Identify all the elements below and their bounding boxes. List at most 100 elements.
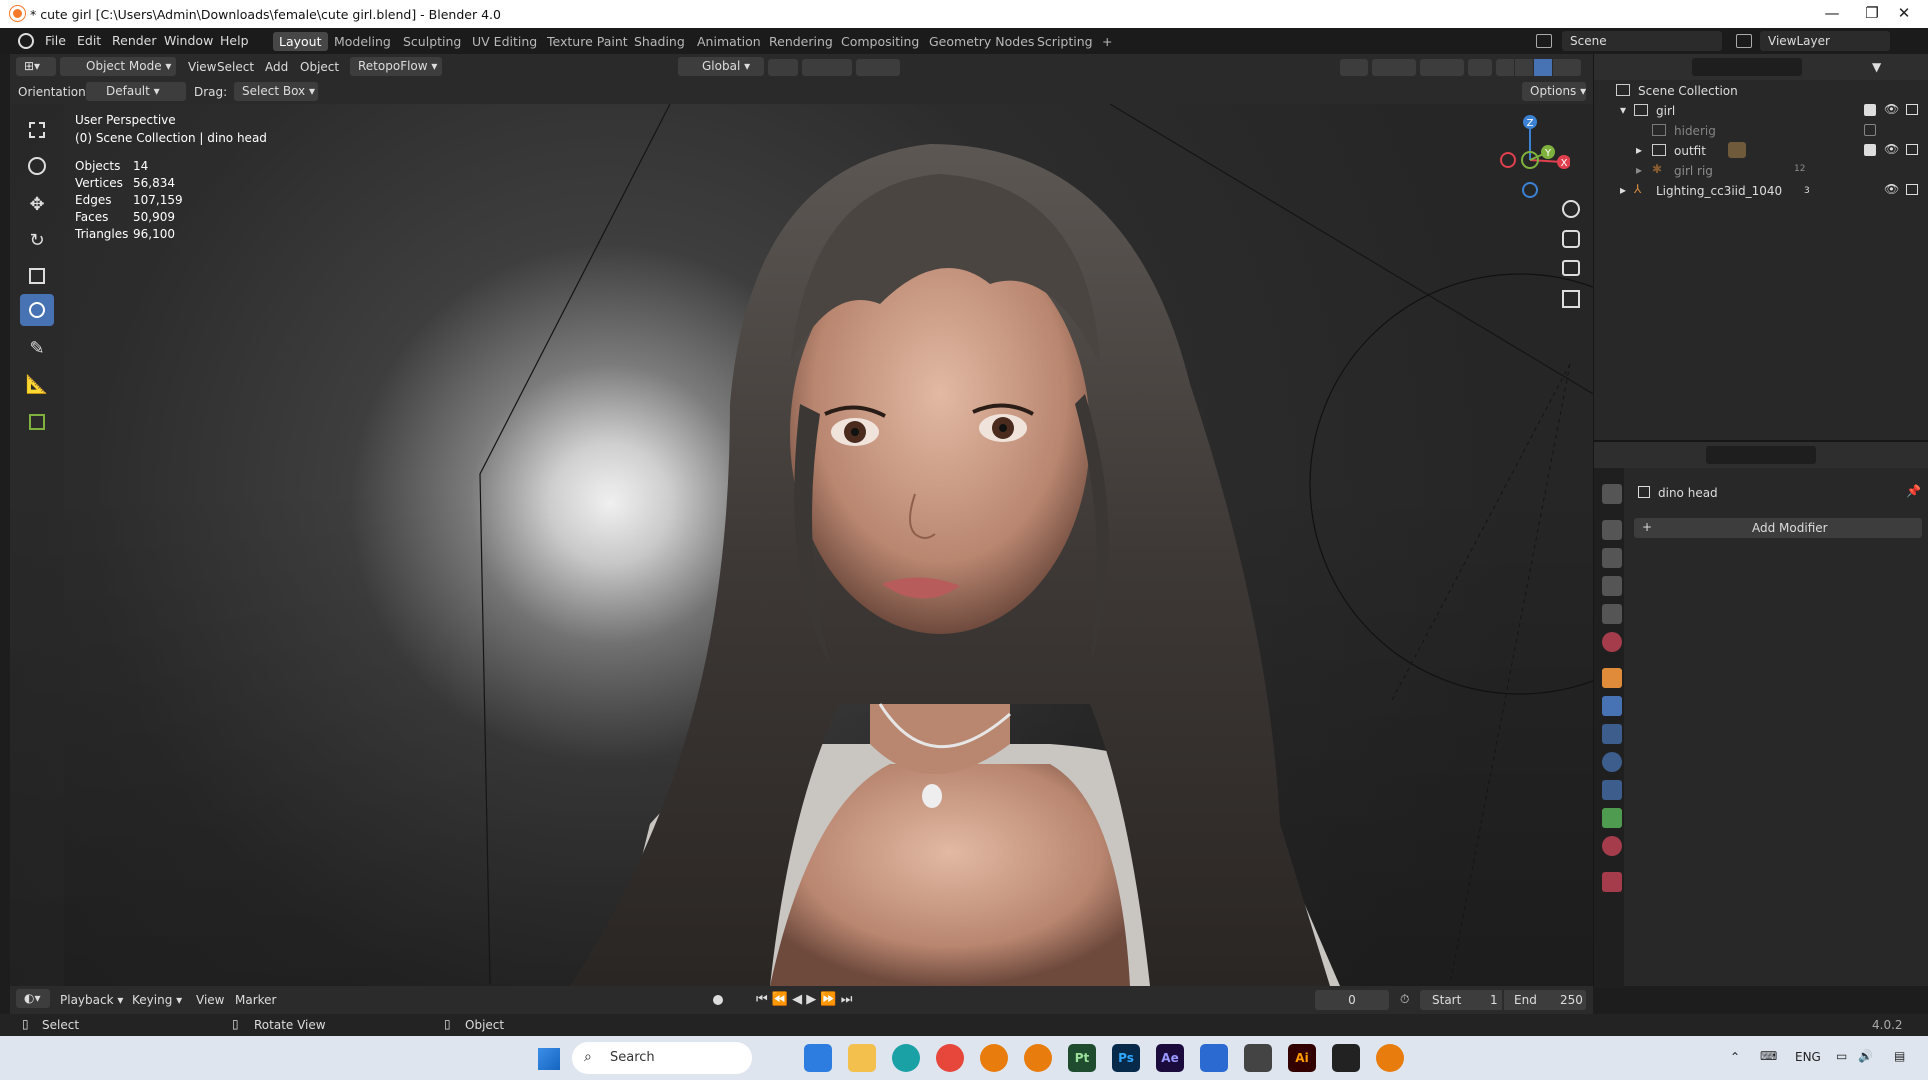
playback-controls[interactable]: ⏮ ⏪ ◀ ▶ ⏩ ⏭ bbox=[756, 992, 852, 1007]
drag-dropdown[interactable]: Select Box ▾ bbox=[234, 82, 318, 101]
3d-viewport[interactable]: User Perspective (0) Scene Collection | … bbox=[10, 104, 1593, 986]
store-icon[interactable] bbox=[1200, 1044, 1228, 1072]
camera-view-icon[interactable] bbox=[1562, 260, 1580, 276]
physics-props-icon[interactable] bbox=[1602, 752, 1622, 772]
transform-tool-icon[interactable] bbox=[20, 294, 54, 326]
blender-active-icon[interactable] bbox=[1376, 1044, 1404, 1072]
transform-orientation-dropdown[interactable]: Global ▾ bbox=[678, 57, 764, 76]
render-camera-icon[interactable] bbox=[1906, 104, 1918, 115]
shading-solid-icon[interactable] bbox=[1515, 59, 1533, 76]
eye-icon[interactable]: 👁 bbox=[1884, 142, 1899, 156]
navigation-gizmo[interactable]: Z X Y bbox=[1490, 110, 1570, 200]
network-icon[interactable]: ▭ bbox=[1836, 1049, 1847, 1063]
add-modifier-button[interactable]: + Add Modifier bbox=[1634, 518, 1922, 538]
viewlayer-icon[interactable] bbox=[1736, 34, 1752, 48]
particles-props-icon[interactable] bbox=[1602, 724, 1622, 744]
menu-file[interactable]: File bbox=[45, 33, 66, 48]
modifier-props-icon[interactable] bbox=[1602, 696, 1622, 716]
pan-hand-icon[interactable] bbox=[1562, 230, 1580, 248]
minimize-button[interactable]: — bbox=[1812, 4, 1852, 22]
menu-help[interactable]: Help bbox=[220, 33, 249, 48]
tab-scripting[interactable]: Scripting bbox=[1031, 32, 1099, 51]
file-explorer-icon[interactable] bbox=[848, 1044, 876, 1072]
timeline-view-menu[interactable]: View bbox=[196, 993, 224, 1007]
options-dropdown[interactable]: Options ▾ bbox=[1522, 82, 1586, 101]
data-props-icon[interactable] bbox=[1602, 808, 1622, 828]
tab-modeling[interactable]: Modeling bbox=[328, 32, 397, 51]
volume-icon[interactable]: 🔊 bbox=[1858, 1049, 1873, 1063]
tab-rendering[interactable]: Rendering bbox=[763, 32, 839, 51]
add-workspace-button[interactable]: + bbox=[1096, 32, 1118, 51]
add-cube-tool-icon[interactable] bbox=[20, 406, 54, 438]
keyboard-icon[interactable]: ⌨ bbox=[1760, 1049, 1777, 1063]
menu-render[interactable]: Render bbox=[112, 33, 157, 48]
pin-icon[interactable]: 📌 bbox=[1906, 484, 1921, 498]
expand-arrow-icon[interactable]: ▸ bbox=[1636, 163, 1642, 177]
menu-edit[interactable]: Edit bbox=[77, 33, 101, 48]
tab-shading[interactable]: Shading bbox=[628, 32, 691, 51]
current-frame-field[interactable]: 0 bbox=[1315, 990, 1389, 1010]
texture-props-icon[interactable] bbox=[1602, 872, 1622, 892]
menu-window[interactable]: Window bbox=[164, 33, 213, 48]
outliner-row-outfit[interactable]: ▸ outfit 👁 bbox=[1594, 140, 1928, 160]
output-props-icon[interactable] bbox=[1602, 548, 1622, 568]
language-indicator[interactable]: ENG bbox=[1795, 1050, 1821, 1064]
zoom-icon[interactable] bbox=[1562, 200, 1580, 218]
rotate-tool-icon[interactable]: ↻ bbox=[20, 224, 54, 256]
scene-icon[interactable] bbox=[1536, 34, 1552, 48]
outliner-search-field[interactable] bbox=[1692, 58, 1802, 76]
annotate-tool-icon[interactable]: ✎ bbox=[20, 332, 54, 364]
expand-arrow-icon[interactable]: ▾ bbox=[1620, 103, 1626, 117]
eye-icon[interactable]: 👁 bbox=[1884, 102, 1899, 116]
outliner-row-lighting[interactable]: ▸ ⅄ Lighting_cc3iid_1040 3 👁 bbox=[1594, 180, 1928, 200]
proportional-edit-icon[interactable] bbox=[856, 59, 900, 76]
blender-menu-icon[interactable] bbox=[18, 33, 34, 49]
after-effects-icon[interactable]: Ae bbox=[1156, 1044, 1184, 1072]
constraints-props-icon[interactable] bbox=[1602, 780, 1622, 800]
blender-app-icon[interactable] bbox=[980, 1044, 1008, 1072]
taskbar-search[interactable]: ⌕ Search bbox=[572, 1042, 752, 1074]
exclude-checkbox[interactable] bbox=[1864, 124, 1876, 136]
expand-arrow-icon[interactable]: ▸ bbox=[1636, 143, 1642, 157]
outliner-row-scene-collection[interactable]: Scene Collection bbox=[1594, 80, 1928, 100]
measure-tool-icon[interactable]: 📐 bbox=[20, 368, 54, 400]
pivot-icon[interactable] bbox=[768, 59, 798, 76]
expand-arrow-icon[interactable]: ▸ bbox=[1620, 183, 1626, 197]
visibility-icon[interactable] bbox=[1340, 59, 1368, 76]
mail-app-icon[interactable] bbox=[804, 1044, 832, 1072]
select-box-tool-icon[interactable] bbox=[20, 114, 54, 146]
playback-menu[interactable]: Playback ▾ bbox=[60, 993, 123, 1007]
scale-tool-icon[interactable] bbox=[20, 260, 54, 292]
notification-icon[interactable]: ▤ bbox=[1894, 1049, 1905, 1063]
filter-icon[interactable]: ▼ bbox=[1872, 60, 1881, 74]
scene-props-icon[interactable] bbox=[1602, 604, 1622, 624]
ortho-toggle-icon[interactable] bbox=[1562, 290, 1580, 308]
start-frame-field[interactable]: Start 1 bbox=[1420, 990, 1502, 1010]
windows-start-icon[interactable] bbox=[538, 1048, 560, 1070]
cursor-tool-icon[interactable] bbox=[20, 150, 54, 182]
gizmo-toggle-icon[interactable] bbox=[1372, 59, 1416, 76]
tab-sculpting[interactable]: Sculpting bbox=[397, 32, 467, 51]
shading-rendered-icon[interactable] bbox=[1553, 59, 1581, 76]
xray-icon[interactable] bbox=[1468, 59, 1492, 76]
tab-layout[interactable]: Layout bbox=[273, 32, 328, 51]
object-props-icon[interactable] bbox=[1602, 668, 1622, 688]
properties-search-field[interactable] bbox=[1706, 446, 1816, 464]
outliner-row-hiderig[interactable]: hiderig bbox=[1594, 120, 1928, 140]
add-menu[interactable]: Add bbox=[265, 60, 288, 74]
zbrush-icon[interactable] bbox=[1244, 1044, 1272, 1072]
tray-chevron-icon[interactable]: ⌃ bbox=[1730, 1050, 1740, 1064]
render-props-icon[interactable] bbox=[1602, 520, 1622, 540]
photoshop-icon[interactable]: Ps bbox=[1112, 1044, 1140, 1072]
blender-app-icon[interactable] bbox=[1024, 1044, 1052, 1072]
marker-menu[interactable]: Marker bbox=[235, 993, 276, 1007]
keying-menu[interactable]: Keying ▾ bbox=[132, 993, 182, 1007]
material-props-icon[interactable] bbox=[1602, 836, 1622, 856]
tab-animation[interactable]: Animation bbox=[691, 32, 767, 51]
tab-uv-editing[interactable]: UV Editing bbox=[466, 32, 543, 51]
render-camera-icon[interactable] bbox=[1906, 184, 1918, 195]
exclude-checkbox[interactable] bbox=[1864, 104, 1876, 116]
substance-painter-icon[interactable]: Pt bbox=[1068, 1044, 1096, 1072]
view-menu[interactable]: View bbox=[188, 60, 216, 74]
tab-geometry-nodes[interactable]: Geometry Nodes bbox=[923, 32, 1040, 51]
